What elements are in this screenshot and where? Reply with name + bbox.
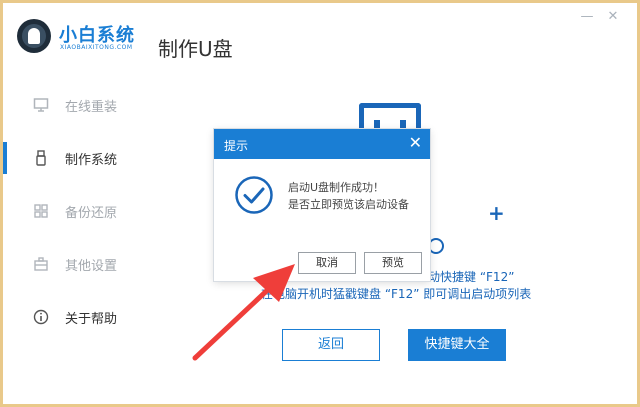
plus-icon: + [488, 201, 505, 225]
logo-icon [17, 19, 51, 53]
sidebar: 在线重装 制作系统 备份还原 其他设置 关于帮助 [3, 83, 133, 343]
monitor-icon [33, 97, 49, 113]
app-logo: 小白系统 XIAOBAIXITONG.COM [13, 15, 163, 57]
app-window: 小白系统 XIAOBAIXITONG.COM 制作U盘 — ✕ 在线重装 制作系… [3, 3, 637, 404]
preview-button[interactable]: 预览 [364, 252, 422, 274]
dialog-title: 提示 [224, 139, 249, 153]
info-icon [33, 309, 49, 325]
sidebar-item-online-reinstall[interactable]: 在线重装 [3, 85, 133, 125]
grid-icon [33, 203, 49, 219]
cancel-button[interactable]: 取消 [298, 252, 356, 274]
sidebar-item-about-help[interactable]: 关于帮助 [3, 297, 133, 337]
app-subtitle: XIAOBAIXITONG.COM [60, 44, 133, 51]
sidebar-item-label: 备份还原 [65, 206, 118, 221]
dialog-close-icon[interactable]: ✕ [409, 134, 422, 152]
sidebar-item-make-system[interactable]: 制作系统 [3, 138, 133, 178]
minimize-button[interactable]: — [579, 9, 595, 25]
sidebar-item-other-settings[interactable]: 其他设置 [3, 244, 133, 284]
sidebar-item-label: 其他设置 [65, 259, 118, 274]
sidebar-item-backup-restore[interactable]: 备份还原 [3, 191, 133, 231]
sidebar-item-label: 在线重装 [65, 100, 118, 115]
red-arrow-icon [192, 264, 295, 361]
dialog-message-2: 是否立即预览该启动设备 [288, 198, 409, 211]
success-check-icon [234, 175, 274, 215]
toolbox-icon [33, 256, 49, 272]
window-controls: — ✕ [579, 9, 623, 25]
dialog-header: 提示 ✕ [214, 129, 430, 159]
page-title: 制作U盘 [158, 37, 233, 61]
progress-ring-icon [428, 238, 444, 254]
hint-text-1: 动快捷键 “F12” [428, 270, 515, 284]
shortcut-list-button[interactable]: 快捷键大全 [408, 329, 506, 361]
close-button[interactable]: ✕ [605, 9, 621, 25]
sidebar-item-label: 关于帮助 [65, 312, 118, 327]
usb-icon [33, 150, 49, 166]
dialog-message-1: 启动U盘制作成功！ [288, 181, 385, 194]
sidebar-item-label: 制作系统 [65, 153, 118, 168]
